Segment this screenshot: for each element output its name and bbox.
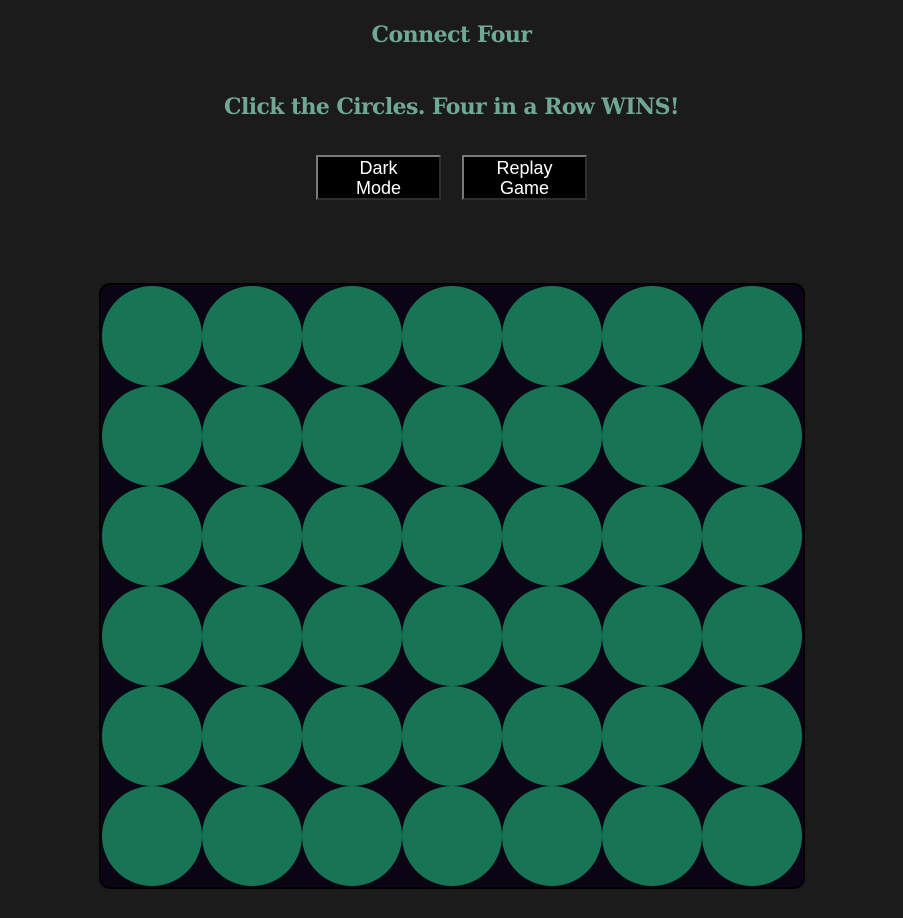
board-cell[interactable]	[702, 786, 802, 886]
board-cell[interactable]	[702, 486, 802, 586]
board-cell[interactable]	[602, 286, 702, 386]
game-board	[99, 283, 805, 889]
board-cell[interactable]	[602, 486, 702, 586]
board-cell[interactable]	[302, 786, 402, 886]
instructions-heading: Click the Circles. Four in a Row WINS!	[224, 94, 680, 120]
board-cell[interactable]	[202, 386, 302, 486]
board-cell[interactable]	[502, 386, 602, 486]
board-cell[interactable]	[102, 486, 202, 586]
board-cell[interactable]	[202, 786, 302, 886]
board-cell[interactable]	[502, 286, 602, 386]
board-cell[interactable]	[402, 686, 502, 786]
board-cell[interactable]	[502, 486, 602, 586]
board-cell[interactable]	[102, 786, 202, 886]
board-cell[interactable]	[302, 686, 402, 786]
dark-mode-button[interactable]: Dark Mode	[316, 155, 441, 200]
board-cell[interactable]	[602, 686, 702, 786]
board-cell[interactable]	[302, 386, 402, 486]
board-cell[interactable]	[402, 786, 502, 886]
board-cell[interactable]	[202, 486, 302, 586]
board-cell[interactable]	[402, 586, 502, 686]
board-cell[interactable]	[202, 686, 302, 786]
board-cell[interactable]	[302, 286, 402, 386]
board-cell[interactable]	[602, 386, 702, 486]
replay-game-button[interactable]: Replay Game	[462, 155, 587, 200]
board-cell[interactable]	[302, 486, 402, 586]
board-cell[interactable]	[202, 586, 302, 686]
board-cell[interactable]	[602, 586, 702, 686]
board-cell[interactable]	[502, 586, 602, 686]
board-cell[interactable]	[102, 586, 202, 686]
board-cell[interactable]	[702, 586, 802, 686]
board-cell[interactable]	[402, 286, 502, 386]
board-cell[interactable]	[302, 586, 402, 686]
board-cell[interactable]	[702, 386, 802, 486]
board-cell[interactable]	[502, 786, 602, 886]
board-cell[interactable]	[102, 286, 202, 386]
board-cell[interactable]	[102, 686, 202, 786]
board-cell[interactable]	[402, 386, 502, 486]
board-cell[interactable]	[602, 786, 702, 886]
board-cell[interactable]	[102, 386, 202, 486]
page-title: Connect Four	[371, 22, 532, 48]
board-cell[interactable]	[702, 286, 802, 386]
board-cell[interactable]	[402, 486, 502, 586]
board-cell[interactable]	[502, 686, 602, 786]
board-cell[interactable]	[202, 286, 302, 386]
board-cell[interactable]	[702, 686, 802, 786]
